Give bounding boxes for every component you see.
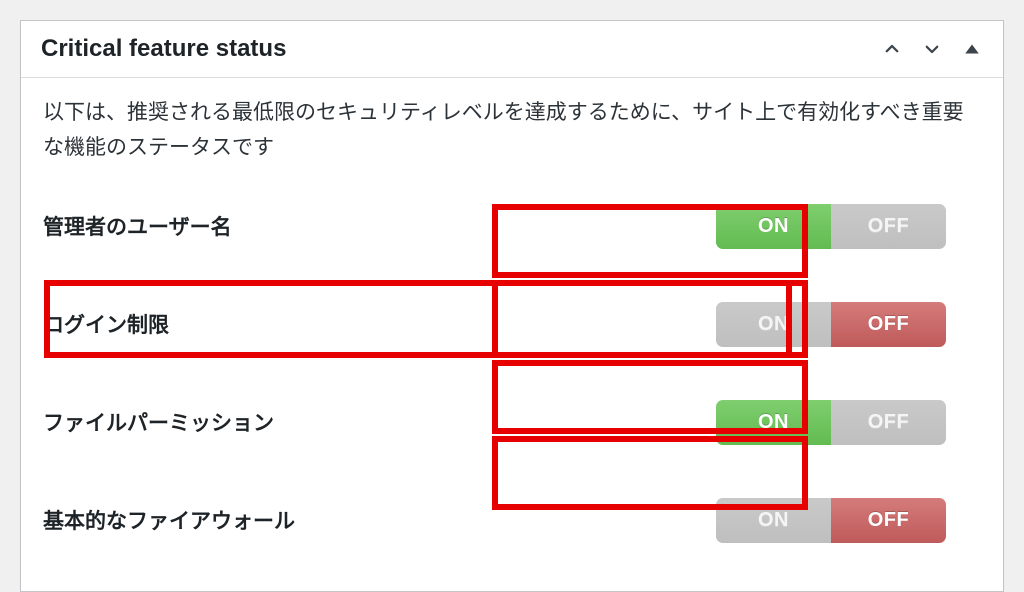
toggle-off-half[interactable]: OFF (831, 498, 946, 543)
toggle-wrap: ON OFF (681, 487, 981, 553)
feature-label: ログイン制限 (43, 309, 169, 339)
collapse-toggle-icon[interactable] (961, 38, 983, 60)
feature-row-admin-username: 管理者のユーザー名 ON OFF (43, 177, 981, 275)
panel-body: 以下は、推奨される最低限のセキュリティレベルを達成するために、サイト上で有効化す… (21, 78, 1003, 591)
feature-toggle-file-permission[interactable]: ON OFF (716, 400, 946, 445)
panel-header: Critical feature status (21, 21, 1003, 78)
feature-label: 基本的なファイアウォール (43, 505, 295, 535)
panel-description: 以下は、推奨される最低限のセキュリティレベルを達成するために、サイト上で有効化す… (43, 96, 981, 165)
toggle-on-half[interactable]: ON (716, 204, 831, 249)
toggle-off-half[interactable]: OFF (831, 302, 946, 347)
feature-toggle-login-lockdown[interactable]: ON OFF (716, 302, 946, 347)
feature-toggle-basic-firewall[interactable]: ON OFF (716, 498, 946, 543)
toggle-off-half[interactable]: OFF (831, 400, 946, 445)
toggle-on-half[interactable]: ON (716, 498, 831, 543)
feature-row-basic-firewall: 基本的なファイアウォール ON OFF (43, 471, 981, 569)
toggle-wrap: ON OFF (681, 389, 981, 455)
toggle-wrap: ON OFF (681, 291, 981, 357)
feature-label: ファイルパーミッション (43, 407, 274, 437)
feature-label: 管理者のユーザー名 (43, 211, 232, 241)
feature-toggle-admin-username[interactable]: ON OFF (716, 204, 946, 249)
toggle-on-half[interactable]: ON (716, 400, 831, 445)
panel-title: Critical feature status (41, 35, 286, 63)
move-up-icon[interactable] (881, 38, 903, 60)
toggle-off-half[interactable]: OFF (831, 204, 946, 249)
feature-row-login-lockdown: ログイン制限 ON OFF (43, 275, 981, 373)
move-down-icon[interactable] (921, 38, 943, 60)
panel-controls (881, 38, 983, 60)
critical-feature-status-panel: Critical feature status 以下は、推奨される最低限のセキュ… (20, 20, 1004, 592)
feature-row-file-permission: ファイルパーミッション ON OFF (43, 373, 981, 471)
toggle-wrap: ON OFF (681, 193, 981, 259)
toggle-on-half[interactable]: ON (716, 302, 831, 347)
